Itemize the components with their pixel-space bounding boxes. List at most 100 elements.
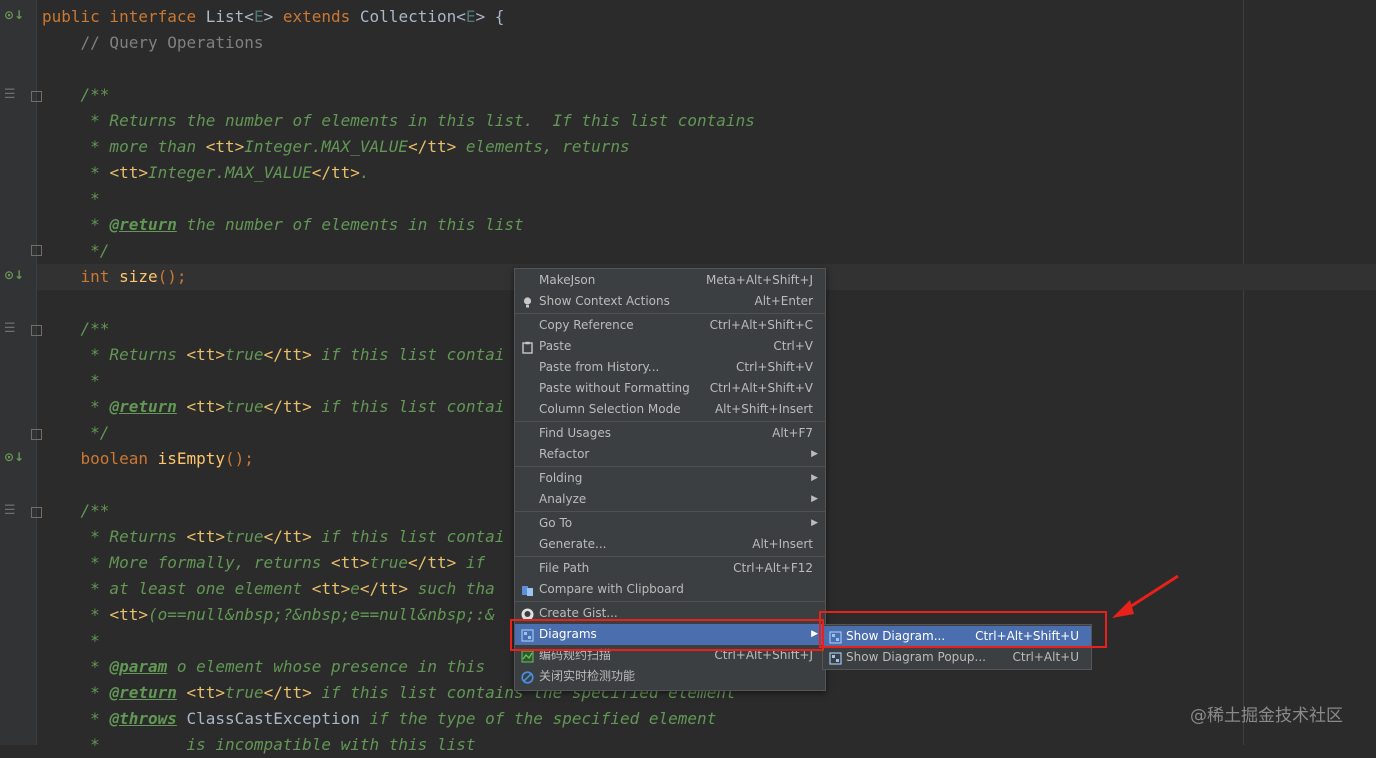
code-token: < (244, 7, 254, 26)
code-token: boolean (42, 449, 158, 468)
code-token: // Query Operations (42, 33, 264, 52)
menu-item-file-path[interactable]: File Path Ctrl+Alt+F12 (515, 558, 825, 579)
code-token: such tha (408, 579, 495, 598)
code-token: e (350, 579, 360, 598)
code-line[interactable]: * is incompatible with this list (42, 732, 1376, 758)
menu-item-paste-from-history[interactable]: Paste from History... Ctrl+Shift+V (515, 357, 825, 378)
menu-item-analyze[interactable]: Analyze ▶ (515, 489, 825, 510)
menu-item-refactor[interactable]: Refactor ▶ (515, 444, 825, 465)
menu-item-chinese-18[interactable]: 关闭实时检测功能 (515, 666, 825, 687)
fold-icon[interactable] (31, 91, 42, 102)
fold-icon[interactable] (31, 507, 42, 518)
code-line[interactable] (42, 56, 1376, 82)
code-token: true (369, 553, 409, 572)
editor-gutter (0, 0, 36, 745)
code-token: <tt> (109, 163, 148, 182)
menu-item-copy-reference[interactable]: Copy Reference Ctrl+Alt+Shift+C (515, 315, 825, 336)
code-token: public interface (42, 7, 206, 26)
submenu-arrow-icon: ▶ (811, 518, 818, 528)
fold-icon[interactable] (31, 325, 42, 336)
disable-icon (521, 670, 534, 684)
menu-item-shortcut: Ctrl+V (773, 339, 813, 353)
menu-item-folding[interactable]: Folding ▶ (515, 468, 825, 489)
fold-icon[interactable] (31, 245, 42, 256)
menu-item-makejson[interactable]: MakeJson Meta+Alt+Shift+J (515, 270, 825, 291)
highlight-box-show-diagram (819, 611, 1107, 648)
submenu-item-show-diagram-popup[interactable]: Show Diagram Popup... Ctrl+Alt+U (823, 647, 1091, 668)
code-token: <tt> (330, 553, 370, 572)
code-token: <tt> (109, 605, 148, 624)
code-token: </tt> (263, 397, 312, 416)
menu-item-compare-with-clipboard[interactable]: Compare with Clipboard (515, 579, 825, 600)
menu-separator (515, 466, 825, 467)
code-token: int (42, 267, 120, 286)
code-line[interactable]: * (42, 186, 1376, 212)
menu-item-label: Paste without Formatting (539, 381, 690, 395)
menu-separator (515, 556, 825, 557)
menu-item-label: Refactor (539, 447, 590, 461)
code-line[interactable]: * Returns the number of elements in this… (42, 108, 1376, 134)
menu-item-shortcut: Alt+Enter (754, 294, 813, 308)
code-token: true (225, 345, 264, 364)
menu-item-label: 关闭实时检测功能 (539, 669, 636, 683)
menu-item-label: MakeJson (539, 273, 596, 287)
menu-item-generate[interactable]: Generate... Alt+Insert (515, 534, 825, 555)
code-token: /** (42, 501, 110, 520)
javadoc-render-icon[interactable]: ☰ (4, 503, 24, 519)
code-token: * (42, 709, 110, 728)
code-line[interactable]: */ (42, 238, 1376, 264)
menu-item-shortcut: Ctrl+Shift+V (736, 360, 813, 374)
code-token: Integer.MAX_VALUE (147, 163, 312, 182)
code-line[interactable]: // Query Operations (42, 30, 1376, 56)
menu-item-paste[interactable]: Paste Ctrl+V (515, 336, 825, 357)
diagram-icon (829, 651, 842, 665)
menu-item-shortcut: Alt+Insert (752, 537, 813, 551)
menu-item-paste-without-formatting[interactable]: Paste without Formatting Ctrl+Alt+Shift+V (515, 378, 825, 399)
menu-item-show-context-actions[interactable]: Show Context Actions Alt+Enter (515, 291, 825, 312)
fold-icon[interactable] (31, 429, 42, 440)
javadoc-render-icon[interactable]: ☰ (4, 87, 24, 103)
code-token: E (253, 7, 264, 26)
lightbulb-icon (521, 295, 534, 308)
code-line[interactable]: * @return the number of elements in this… (42, 212, 1376, 238)
menu-item-label: Folding (539, 471, 583, 485)
menu-item-label: Paste from History... (539, 360, 660, 374)
implemented-icon[interactable]: ⊙↓ (4, 268, 24, 284)
code-token: * More formally, returns (42, 553, 331, 572)
code-line[interactable]: public interface List<E> extends Collect… (42, 4, 1376, 30)
menu-item-label: Analyze (539, 492, 587, 506)
code-token: <tt> (186, 345, 226, 364)
menu-item-label: Show Context Actions (539, 294, 670, 308)
code-token: * (42, 371, 100, 390)
code-token: @param (109, 657, 168, 676)
code-token: * Returns (42, 345, 187, 364)
menu-item-go-to[interactable]: Go To ▶ (515, 513, 825, 534)
code-token: * (42, 215, 110, 234)
menu-item-shortcut: Ctrl+Alt+Shift+C (709, 318, 813, 332)
code-token: </tt> (408, 553, 457, 572)
submenu-arrow-icon: ▶ (811, 449, 818, 459)
code-token: * more than (42, 137, 206, 156)
code-line[interactable]: /** (42, 82, 1376, 108)
code-token: </tt> (408, 137, 457, 156)
menu-item-label: Column Selection Mode (539, 402, 681, 416)
menu-item-find-usages[interactable]: Find Usages Alt+F7 (515, 423, 825, 444)
code-token: the number of elements in this list (176, 215, 524, 234)
code-token: /** (42, 319, 110, 338)
code-token: if this list contai (311, 527, 505, 546)
menu-separator (515, 601, 825, 602)
code-line[interactable]: * <tt>Integer.MAX_VALUE</tt>. (42, 160, 1376, 186)
implemented-icon[interactable]: ⊙↓ (4, 450, 24, 466)
menu-item-label: Go To (539, 516, 573, 530)
menu-item-shortcut: Ctrl+Alt+F12 (733, 561, 813, 575)
code-line[interactable]: * @throws ClassCastException if the type… (42, 706, 1376, 732)
code-token: </tt> (311, 163, 360, 182)
implemented-icon[interactable]: ⊙↓ (4, 8, 24, 24)
code-token: <tt> (186, 683, 226, 702)
code-token: if (456, 553, 486, 572)
javadoc-render-icon[interactable]: ☰ (4, 321, 24, 337)
code-line[interactable]: * more than <tt>Integer.MAX_VALUE</tt> e… (42, 134, 1376, 160)
menu-item-column-selection-mode[interactable]: Column Selection Mode Alt+Shift+Insert (515, 399, 825, 420)
gutter-separator (36, 0, 37, 745)
code-token: if the type of the specified element (359, 709, 717, 728)
